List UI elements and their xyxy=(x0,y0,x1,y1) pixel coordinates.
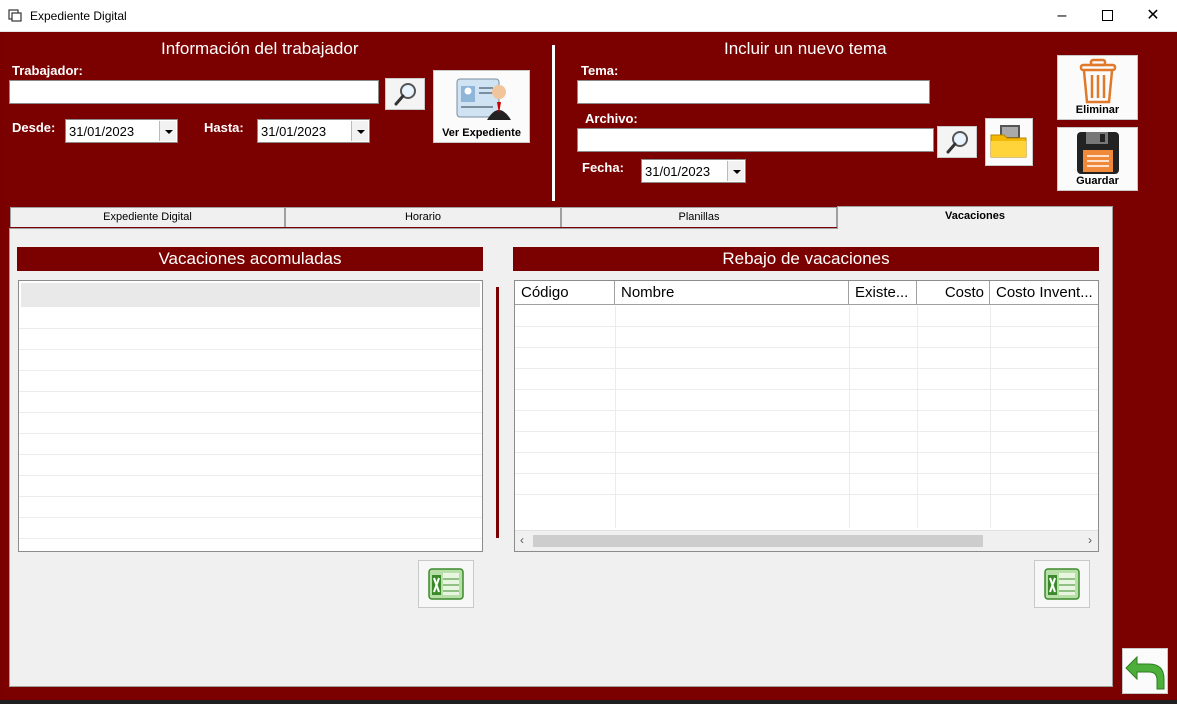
excel-icon xyxy=(428,568,464,600)
hasta-value: 31/01/2023 xyxy=(261,124,327,139)
panel-divider xyxy=(496,287,499,538)
table-row xyxy=(19,328,482,329)
table-row xyxy=(19,412,482,413)
table-row xyxy=(515,431,1098,432)
tab-planillas[interactable]: Planillas xyxy=(561,207,837,227)
eliminar-button[interactable]: Eliminar xyxy=(1057,55,1138,120)
chevron-down-icon[interactable] xyxy=(159,121,176,141)
rebajo-vacaciones-header: Rebajo de vacaciones xyxy=(513,247,1099,271)
vacaciones-acumuladas-header: Vacaciones acomuladas xyxy=(17,247,483,271)
excel-icon xyxy=(1044,568,1080,600)
ver-expediente-button[interactable]: Ver Expediente xyxy=(433,70,530,143)
chevron-down-icon[interactable] xyxy=(727,161,744,181)
table-row xyxy=(19,475,482,476)
scroll-left-icon[interactable]: ‹ xyxy=(520,533,524,547)
tab-vacaciones[interactable]: Vacaciones xyxy=(837,206,1113,229)
app-icon xyxy=(8,9,22,22)
table-row xyxy=(19,517,482,518)
column-header-nombre[interactable]: Nombre xyxy=(615,281,849,305)
search-worker-button[interactable] xyxy=(385,78,425,110)
maximize-button[interactable] xyxy=(1084,0,1130,31)
search-icon xyxy=(946,131,968,154)
archivo-input[interactable] xyxy=(577,128,934,152)
trabajador-input[interactable] xyxy=(9,80,379,104)
close-button[interactable]: ✕ xyxy=(1130,0,1176,31)
export-excel-left-button[interactable] xyxy=(418,560,474,608)
desde-value: 31/01/2023 xyxy=(69,124,135,139)
ver-expediente-label: Ver Expediente xyxy=(442,127,521,139)
chevron-down-icon[interactable] xyxy=(351,121,368,141)
column-header-existencia[interactable]: Existe... xyxy=(849,281,917,305)
table-row xyxy=(19,496,482,497)
hasta-date-picker[interactable]: 31/01/2023 xyxy=(257,119,370,143)
table-row xyxy=(515,494,1098,495)
title-bar: Expediente Digital – ✕ xyxy=(0,0,1177,32)
guardar-label: Guardar xyxy=(1076,175,1119,187)
worker-info-header: Información del trabajador xyxy=(161,39,359,58)
main-panel: Información del trabajador Trabajador: V… xyxy=(2,32,1175,702)
table-row xyxy=(19,349,482,350)
column-header-codigo[interactable]: Código xyxy=(515,281,615,305)
fecha-date-picker[interactable]: 31/01/2023 xyxy=(641,159,746,183)
guardar-button[interactable]: Guardar xyxy=(1057,127,1138,191)
search-file-button[interactable] xyxy=(937,126,977,158)
export-excel-right-button[interactable] xyxy=(1034,560,1090,608)
employee-profile-icon xyxy=(456,78,511,120)
window-title: Expediente Digital xyxy=(30,9,127,23)
table-row xyxy=(515,368,1098,369)
vacaciones-tab-panel: Vacaciones acomuladas Rebajo de vacacion… xyxy=(9,228,1113,687)
search-icon xyxy=(394,83,416,106)
table-row xyxy=(19,538,482,539)
scrollbar-thumb[interactable] xyxy=(533,535,983,547)
trash-icon xyxy=(1079,58,1116,104)
hasta-label: Hasta: xyxy=(204,120,244,135)
horizontal-scrollbar[interactable]: ‹ › xyxy=(515,530,1098,551)
column-header-costo-inventario[interactable]: Costo Invent... xyxy=(990,281,1098,305)
column-header-costo[interactable]: Costo xyxy=(917,281,990,305)
table-row xyxy=(515,326,1098,327)
trabajador-label: Trabajador: xyxy=(12,63,83,78)
table-row xyxy=(515,389,1098,390)
grid-header-row xyxy=(21,283,480,307)
table-row xyxy=(19,370,482,371)
table-row xyxy=(19,433,482,434)
tab-horario[interactable]: Horario xyxy=(285,207,561,227)
table-row xyxy=(515,410,1098,411)
open-folder-button[interactable] xyxy=(985,118,1033,166)
table-row xyxy=(19,454,482,455)
table-row xyxy=(515,473,1098,474)
tab-expediente-digital[interactable]: Expediente Digital xyxy=(10,207,285,227)
return-button[interactable] xyxy=(1122,648,1168,694)
desde-label: Desde: xyxy=(12,120,56,135)
folder-icon xyxy=(990,125,1027,158)
tema-label: Tema: xyxy=(581,63,619,78)
return-arrow-icon xyxy=(1125,655,1165,690)
minimize-button[interactable]: – xyxy=(1039,0,1085,31)
vacaciones-acumuladas-grid[interactable] xyxy=(18,280,483,552)
new-topic-header: Incluir un nuevo tema xyxy=(724,39,887,58)
scroll-right-icon[interactable]: › xyxy=(1088,533,1092,547)
bottom-strip xyxy=(0,700,1177,704)
table-row xyxy=(515,347,1098,348)
tema-input[interactable] xyxy=(577,80,930,104)
eliminar-label: Eliminar xyxy=(1075,104,1120,116)
section-divider xyxy=(552,45,555,201)
desde-date-picker[interactable]: 31/01/2023 xyxy=(65,119,178,143)
table-row xyxy=(19,391,482,392)
fecha-value: 31/01/2023 xyxy=(645,164,711,179)
archivo-label: Archivo: xyxy=(585,111,638,126)
fecha-label: Fecha: xyxy=(582,160,624,175)
maximize-icon xyxy=(1101,10,1113,21)
table-row xyxy=(515,452,1098,453)
rebajo-vacaciones-grid[interactable]: Código Nombre Existe... Costo Costo Inve… xyxy=(514,280,1099,552)
floppy-disk-icon xyxy=(1076,132,1119,174)
